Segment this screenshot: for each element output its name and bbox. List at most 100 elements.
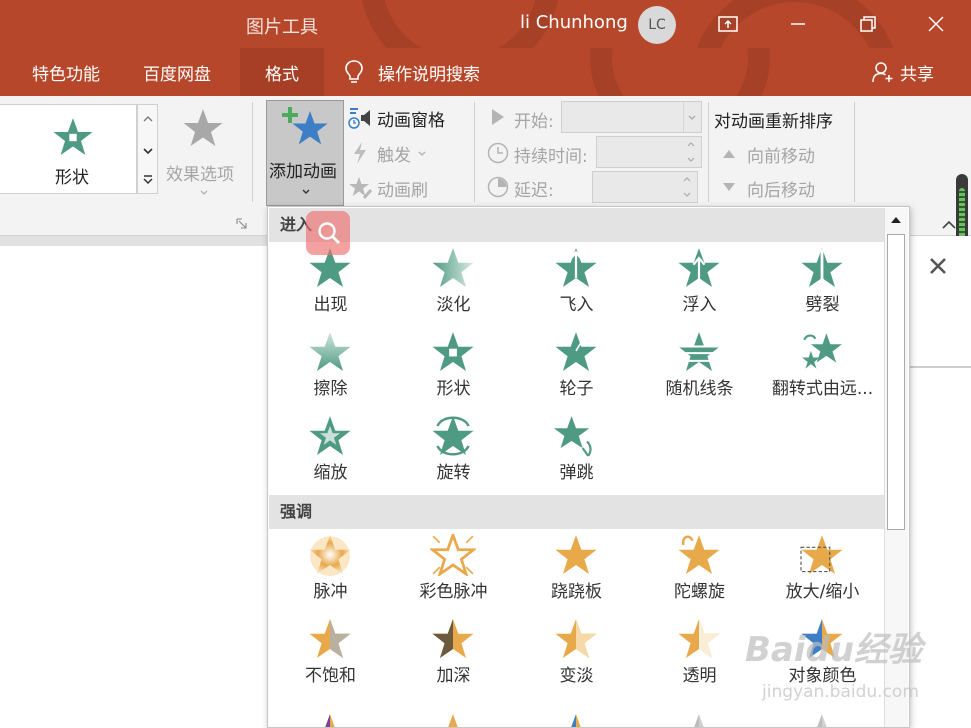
reorder-animation-title: 对动画重新排序: [714, 112, 833, 132]
star-lighten-icon: [555, 619, 597, 659]
animation-option-label: 放大/缩小: [785, 582, 860, 602]
minimize-button[interactable]: [778, 8, 818, 40]
animation-option-partial[interactable]: [676, 713, 722, 727]
animation-option[interactable]: 脉冲: [269, 532, 392, 616]
tell-me-label: 操作说明搜索: [378, 64, 480, 85]
animation-option[interactable]: 旋转: [392, 413, 515, 497]
avatar[interactable]: LC: [638, 6, 676, 44]
expand-gallery-icon[interactable]: [143, 175, 153, 185]
animation-option[interactable]: 轮子: [515, 329, 638, 413]
animation-option[interactable]: 随机线条: [638, 329, 761, 413]
animation-option-partial[interactable]: [307, 713, 353, 727]
animation-option-partial[interactable]: [430, 713, 476, 727]
close-icon[interactable]: [928, 256, 948, 276]
star-shape-icon: [53, 118, 93, 156]
add-star-icon: [282, 107, 328, 145]
animation-option-label: 变淡: [559, 666, 594, 686]
animation-pane-button[interactable]: 动画窗格: [348, 104, 468, 132]
tab-baidu-netdisk[interactable]: 百度网盘: [129, 48, 225, 96]
chevron-up-icon[interactable]: [890, 216, 902, 224]
animation-gallery[interactable]: 形状: [0, 104, 137, 194]
animation-option-label: 劈裂: [805, 295, 840, 315]
share-button[interactable]: 共享: [872, 48, 934, 96]
start-dropdown[interactable]: [561, 101, 702, 133]
animation-option[interactable]: 淡化: [392, 245, 515, 329]
gallery-section-header: 进入: [269, 208, 884, 242]
user-name[interactable]: li Chunhong: [520, 12, 628, 33]
star-shape-icon: [432, 332, 474, 372]
watermark-url: jingyan.baidu.com: [762, 682, 919, 702]
gallery-scroll[interactable]: [137, 104, 158, 194]
effect-options-button[interactable]: 效果选项: [162, 102, 244, 202]
chevron-down-icon[interactable]: [143, 147, 153, 155]
move-later-button[interactable]: 向后移动: [722, 175, 832, 201]
star-emphasis-icon: [571, 714, 581, 727]
animation-option[interactable]: 弹跳: [515, 413, 638, 497]
animation-option[interactable]: 形状: [392, 329, 515, 413]
gallery-scroll-thumb[interactable]: [887, 234, 905, 530]
animation-option[interactable]: 加深: [392, 616, 515, 700]
animation-option[interactable]: 翻转式由远...: [761, 329, 884, 413]
add-animation-label: 添加动画: [269, 162, 337, 182]
animation-option[interactable]: 缩放: [269, 413, 392, 497]
animation-option[interactable]: 跷跷板: [515, 532, 638, 616]
animation-option[interactable]: 陀螺旋: [638, 532, 761, 616]
animation-pane-icon: [348, 108, 370, 129]
group-divider: [474, 102, 475, 202]
title-bar: 图片工具 li Chunhong LC: [0, 0, 971, 48]
trigger-button[interactable]: 触发: [348, 139, 468, 167]
tab-special-features[interactable]: 特色功能: [18, 48, 114, 96]
star-emphasis-icon: [817, 714, 827, 727]
restore-button[interactable]: [848, 8, 888, 40]
chevron-up-icon: [143, 116, 153, 122]
animation-option[interactable]: 飞入: [515, 245, 638, 329]
animation-painter-button[interactable]: 动画刷: [348, 174, 468, 202]
animation-option[interactable]: 放大/缩小: [761, 532, 884, 616]
dialog-launcher-icon[interactable]: [236, 218, 247, 229]
search-icon: [318, 222, 340, 244]
star-brush-icon: [349, 177, 373, 199]
animation-option[interactable]: 劈裂: [761, 245, 884, 329]
animation-option[interactable]: 不饱和: [269, 616, 392, 700]
tab-format[interactable]: 格式: [240, 48, 324, 96]
add-animation-button[interactable]: 添加动画: [266, 100, 344, 206]
animation-option-label: 淡化: [436, 295, 471, 315]
delay-spinner[interactable]: [592, 171, 698, 203]
animation-option-label: 透明: [682, 666, 717, 686]
animation-option[interactable]: 擦除: [269, 329, 392, 413]
animation-option[interactable]: 出现: [269, 245, 392, 329]
star-fade-icon: [432, 248, 474, 288]
animation-option-partial[interactable]: [799, 713, 845, 727]
move-earlier-button[interactable]: 向前移动: [722, 141, 832, 167]
animation-option[interactable]: 浮入: [638, 245, 761, 329]
animation-painter-label: 动画刷: [377, 181, 428, 201]
play-icon: [492, 109, 504, 125]
star-effect-icon: [183, 109, 223, 147]
ribbon-display-options-button[interactable]: [708, 8, 748, 40]
close-button[interactable]: [916, 8, 956, 40]
collapse-ribbon-icon[interactable]: [941, 220, 957, 230]
animation-option-label: 随机线条: [665, 379, 734, 399]
lightbulb-icon: [345, 60, 363, 83]
share-label: 共享: [900, 64, 934, 85]
star-zoom-icon: [309, 416, 351, 456]
star-emphasis-icon: [448, 714, 458, 727]
chevron-down-icon: [418, 151, 426, 156]
animation-option-partial[interactable]: [553, 713, 599, 727]
animation-option[interactable]: 彩色脉冲: [392, 532, 515, 616]
star-transparency-icon: [678, 619, 720, 659]
ribbon-display-icon: [718, 16, 738, 32]
duration-spinner[interactable]: [596, 136, 702, 168]
slide-thumbnail-strip: [0, 236, 267, 246]
spin-up-icon: [683, 177, 691, 182]
gallery-section-header: 强调: [269, 495, 884, 529]
watermark-logo: Baidu经验: [745, 630, 923, 670]
animation-option-label: 跷跷板: [551, 582, 602, 602]
animation-option[interactable]: 变淡: [515, 616, 638, 700]
tell-me-search[interactable]: 操作说明搜索: [344, 48, 480, 96]
animation-option-label: 缩放: [313, 463, 348, 483]
triangle-down-icon: [723, 183, 735, 191]
animation-option[interactable]: 透明: [638, 616, 761, 700]
spin-up-icon: [687, 142, 695, 147]
star-split-icon: [801, 248, 843, 288]
